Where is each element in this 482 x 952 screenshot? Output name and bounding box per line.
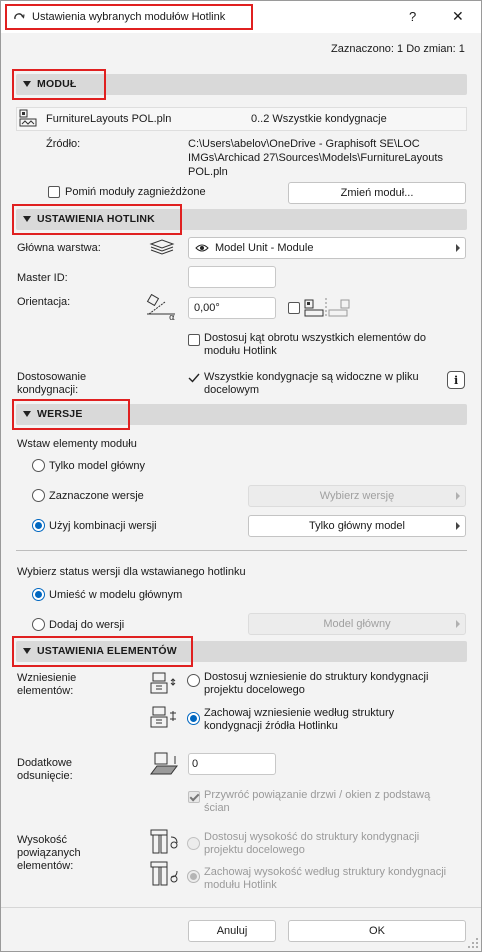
- module-stories: 0..2 Wszystkie kondygnacje: [251, 113, 387, 125]
- version-status-label: Wybierz status wersji dla wstawianego ho…: [17, 566, 246, 578]
- adjust-rotation-line-1: Dostosuj kąt obrotu wszystkich elementów…: [204, 332, 426, 344]
- eye-icon: [195, 244, 209, 252]
- footer-divider: [1, 907, 481, 908]
- height-opt2-line-1: Zachowaj wysokość według struktury kondy…: [204, 866, 447, 878]
- height-keep-icon: [150, 861, 178, 886]
- radio-height-adjust: [187, 837, 200, 850]
- adjust-rotation-line-2: modułu Hotlink: [204, 345, 277, 357]
- restore-link-line-2: ścian: [204, 802, 230, 814]
- story-adjust-value-2: docelowym: [204, 384, 260, 396]
- offset-label-2: odsunięcie:: [17, 770, 73, 782]
- hotlink-settings-dialog: Ustawienia wybranych modułów Hotlink ? ✕…: [0, 0, 482, 952]
- opt-main-label: Tylko model główny: [49, 460, 145, 472]
- divider: [16, 550, 467, 551]
- source-path-line-2: IMGs\Archicad 27\Sources\Models\Furnitur…: [188, 152, 443, 164]
- ok-button[interactable]: OK: [288, 920, 466, 942]
- orientation-input[interactable]: 0,00°: [188, 297, 276, 319]
- radio-place-in-main[interactable]: [32, 588, 45, 601]
- source-path-line-3: POL.pln: [188, 166, 228, 178]
- highlight-hotlink: [12, 204, 182, 235]
- help-icon[interactable]: ?: [409, 10, 416, 24]
- radio-elevation-adjust[interactable]: [187, 674, 200, 687]
- elev-opt2-line-2: kondygnacji źródła Hotlinku: [204, 720, 338, 732]
- elevation-label-2: elementów:: [17, 685, 74, 697]
- main-layer-label: Główna warstwa:: [17, 242, 101, 254]
- source-path-line-1: C:\Users\abelov\OneDrive - Graphisoft SE…: [188, 138, 420, 150]
- story-adjust-value-1: Wszystkie kondygnacje są widoczne w plik…: [204, 371, 419, 383]
- height-opt1-line-2: projektu docelowego: [204, 844, 305, 856]
- offset-input[interactable]: 0: [188, 753, 276, 775]
- opt-combination-label: Użyj kombinacji wersji: [49, 520, 157, 532]
- elev-opt1-line-1: Dostosuj wzniesienie do struktury kondyg…: [204, 671, 429, 683]
- skip-nested-checkbox[interactable]: [48, 186, 60, 198]
- highlight-wersje: [12, 399, 130, 430]
- insert-elements-label: Wstaw elementy modułu: [17, 438, 137, 450]
- radio-selected-versions[interactable]: [32, 489, 45, 502]
- info-icon-label: i: [454, 374, 459, 387]
- restore-link-line-1: Przywróć powiązanie drzwi / okien z pods…: [204, 789, 431, 801]
- svg-text:α: α: [169, 313, 175, 320]
- orientation-icon: α: [146, 294, 175, 320]
- story-adjust-label-1: Dostosowanie: [17, 371, 87, 383]
- story-adjust-label-2: kondygnacji:: [17, 384, 79, 396]
- elev-opt2-line-1: Zachowaj wzniesienie według struktury: [204, 707, 395, 719]
- module-file-icon: [19, 109, 37, 127]
- module-file-name: FurnitureLayouts POL.pln: [46, 113, 172, 125]
- source-label: Źródło:: [46, 138, 81, 150]
- radio-add-to-version[interactable]: [32, 618, 45, 631]
- resize-grip-icon[interactable]: [467, 937, 479, 949]
- height-opt2-line-2: modułu Hotlink: [204, 879, 277, 891]
- main-model-button: Model główny: [248, 613, 466, 635]
- height-label-2: powiązanych: [17, 847, 81, 859]
- main-layer-select[interactable]: Model Unit - Module: [188, 237, 466, 259]
- offset-label-1: Dodatkowe: [17, 757, 73, 769]
- height-label-3: elementów:: [17, 860, 74, 872]
- main-layer-value: Model Unit - Module: [215, 242, 314, 254]
- offset-icon: [150, 752, 178, 775]
- height-opt1-line-1: Dostosuj wysokość do struktury kondygnac…: [204, 831, 420, 843]
- elevation-label-1: Wzniesienie: [17, 672, 77, 684]
- master-id-label: Master ID:: [17, 272, 68, 284]
- restore-link-checkbox: [188, 791, 200, 803]
- elevation-adjust-icon: [150, 672, 176, 694]
- elev-opt1-line-2: projektu docelowego: [204, 684, 305, 696]
- orientation-label: Orientacja:: [17, 296, 71, 308]
- choose-version-label: Wybierz wersję: [319, 490, 395, 502]
- checkmark-icon: [188, 373, 200, 383]
- radio-height-keep: [187, 870, 200, 883]
- skip-nested-label: Pomiń moduły zagnieżdżone: [65, 186, 206, 198]
- info-icon[interactable]: i: [447, 371, 465, 389]
- mirror-icon: [304, 298, 350, 318]
- main-model-only-button[interactable]: Tylko główny model: [248, 515, 466, 537]
- selection-info: Zaznaczono: 1 Do zmian: 1: [331, 43, 465, 55]
- change-module-button[interactable]: Zmień moduł...: [288, 182, 466, 204]
- height-adjust-icon: [150, 829, 178, 854]
- height-label-1: Wysokość: [17, 834, 68, 846]
- opt-place-main-label: Umieść w modelu głównym: [49, 589, 183, 601]
- main-model-only-label: Tylko główny model: [309, 520, 405, 532]
- radio-version-combination[interactable]: [32, 519, 45, 532]
- adjust-rotation-checkbox[interactable]: [188, 334, 200, 346]
- cancel-button[interactable]: Anuluj: [188, 920, 276, 942]
- radio-main-model-only[interactable]: [32, 459, 45, 472]
- opt-add-version-label: Dodaj do wersji: [49, 619, 125, 631]
- choose-version-button: Wybierz wersję: [248, 485, 466, 507]
- main-model-label: Model główny: [323, 618, 391, 630]
- mirror-checkbox[interactable]: [288, 302, 300, 314]
- highlight-modul: [12, 69, 106, 100]
- highlight-title: [5, 4, 253, 30]
- opt-selected-label: Zaznaczone wersje: [49, 490, 144, 502]
- close-icon[interactable]: ✕: [452, 9, 464, 23]
- radio-elevation-keep[interactable]: [187, 712, 200, 725]
- layer-stack-icon: [149, 239, 175, 255]
- highlight-elements: [12, 636, 193, 667]
- master-id-input[interactable]: [188, 266, 276, 288]
- elevation-keep-icon: [150, 706, 176, 728]
